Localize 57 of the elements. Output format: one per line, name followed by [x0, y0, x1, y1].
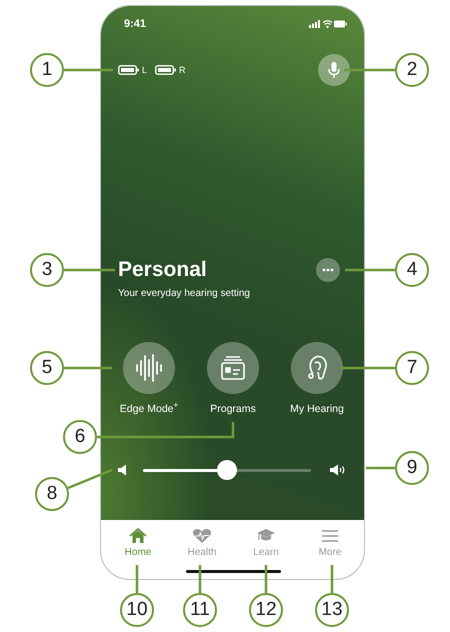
hearing-aid-side: L — [142, 65, 148, 75]
leader-line — [366, 466, 395, 470]
callout-number: 3 — [30, 253, 64, 287]
microphone-icon — [327, 61, 341, 79]
program-subtitle: Your everyday hearing setting — [118, 287, 251, 301]
volume-low-icon — [117, 464, 127, 476]
my-hearing-button[interactable] — [291, 342, 343, 394]
battery-icon — [118, 65, 140, 75]
callout-number: 10 — [120, 593, 154, 627]
heart-pulse-icon — [192, 528, 212, 544]
action-label: My Hearing — [290, 402, 344, 416]
waveform-icon — [135, 353, 163, 383]
status-time: 9:41 — [124, 18, 146, 30]
tab-bar-item[interactable]: More — [298, 528, 362, 562]
leader-line — [68, 468, 112, 490]
hearing-aid-icon — [306, 354, 328, 382]
status-icons — [309, 19, 347, 29]
edge-mode-button[interactable] — [123, 342, 175, 394]
leader-line — [340, 366, 395, 370]
program-title: Personal — [118, 258, 207, 282]
menu-icon — [321, 528, 339, 544]
leader-line — [64, 68, 113, 72]
callout-number: 13 — [315, 593, 349, 627]
leader-line — [198, 565, 202, 593]
callout-number: 9 — [395, 451, 429, 485]
microphone-button[interactable] — [318, 54, 350, 86]
programs-button[interactable] — [207, 342, 259, 394]
home-icon — [129, 528, 147, 544]
slider-thumb[interactable] — [217, 460, 237, 480]
more-options-button[interactable] — [316, 258, 340, 282]
callout-number: 4 — [395, 253, 429, 287]
tab-bar-item[interactable]: Home — [106, 528, 170, 562]
leader-line — [345, 268, 395, 272]
programs-card-icon — [220, 355, 246, 381]
action-label: Edge Mode$^{+}$ — [120, 402, 178, 416]
leader-line — [136, 565, 138, 593]
tab-bar-item[interactable]: Health — [170, 528, 234, 562]
callout-number: 1 — [30, 53, 64, 87]
ellipsis-icon — [322, 268, 334, 272]
callout-number: 7 — [395, 351, 429, 385]
tab-bar-item[interactable]: Learn — [234, 528, 298, 562]
callout-number: 2 — [395, 53, 429, 87]
leader-line — [344, 68, 395, 72]
callout-number: 5 — [30, 351, 64, 385]
leader-line — [264, 565, 268, 593]
callout-number: 8 — [35, 477, 69, 511]
battery-icon — [155, 65, 178, 75]
callout-number: 6 — [63, 420, 97, 454]
leader-line — [64, 268, 115, 272]
callout-number: 11 — [183, 593, 217, 627]
volume-slider[interactable] — [143, 460, 311, 480]
action-label: Programs — [210, 402, 256, 416]
hearing-aid-side: R — [179, 65, 186, 75]
volume-high-icon — [329, 464, 347, 476]
leader-line — [330, 565, 334, 593]
leader-line — [64, 366, 112, 370]
callout-number: 12 — [249, 593, 283, 627]
